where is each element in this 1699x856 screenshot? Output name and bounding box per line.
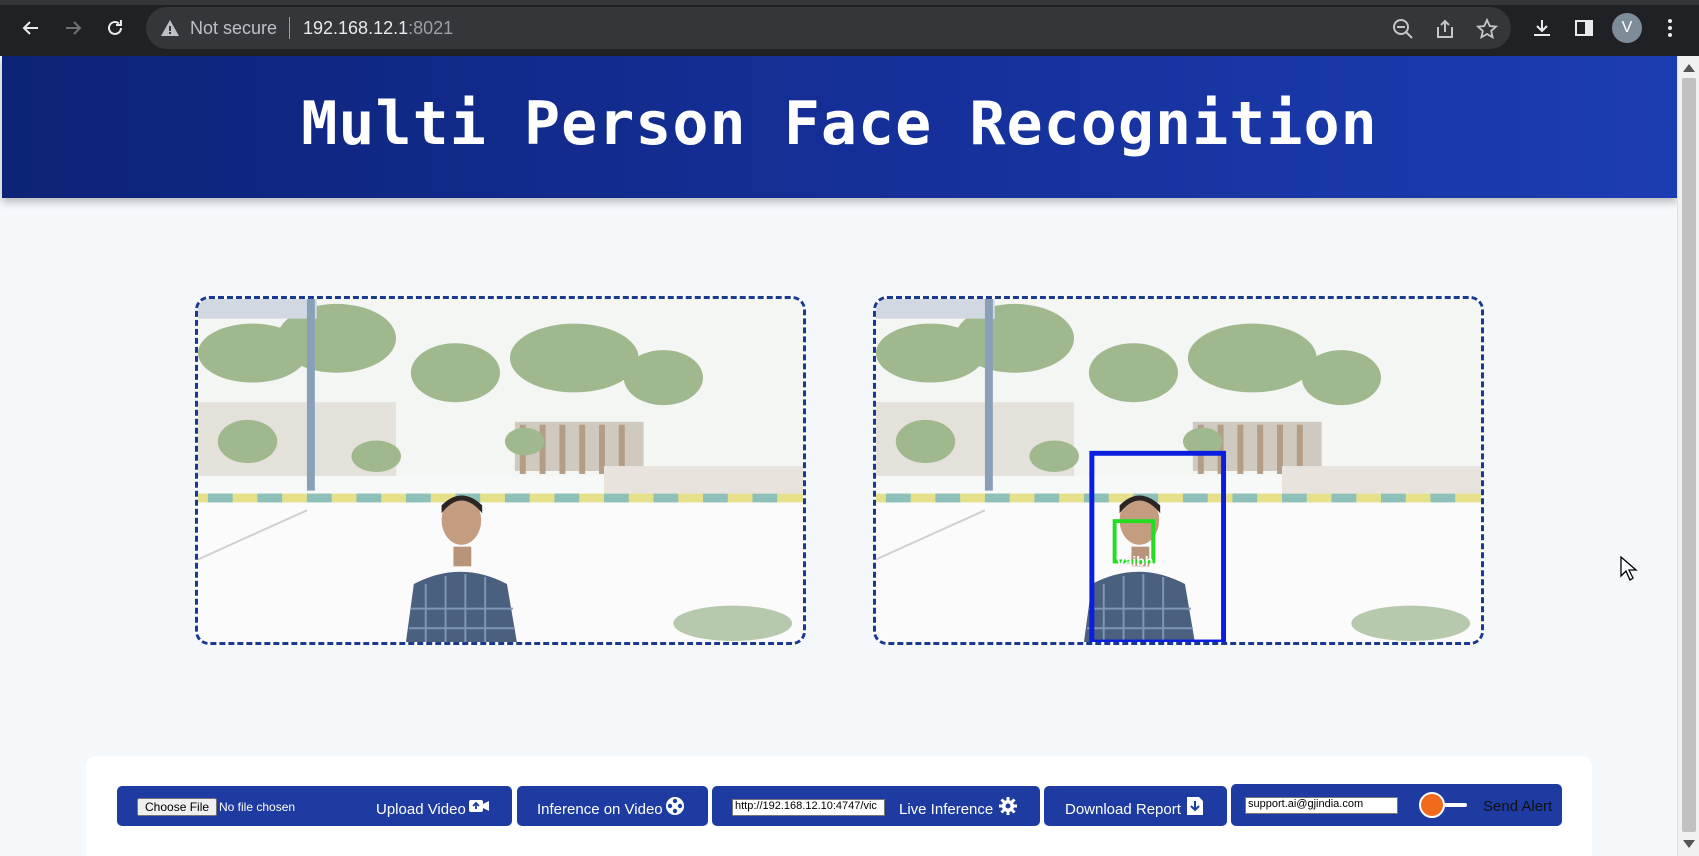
- video-camera-icon[interactable]: [468, 796, 490, 816]
- url-text[interactable]: 192.168.12.1:8021: [303, 18, 453, 39]
- stream-url-input[interactable]: http://192.168.12.10:4747/vic: [732, 799, 885, 816]
- avatar[interactable]: V: [1612, 13, 1642, 43]
- choose-file-button[interactable]: Choose File: [137, 798, 218, 816]
- no-file-label: No file chosen: [219, 800, 296, 814]
- input-video-pane: [195, 296, 806, 645]
- url-host: 192.168.12.1: [303, 18, 409, 38]
- live-inference-control: http://192.168.12.10:4747/vic Live Infer…: [712, 786, 1040, 826]
- alert-toggle-knob[interactable]: [1419, 792, 1445, 818]
- forward-icon[interactable]: [55, 10, 91, 46]
- page-header: Multi Person Face Recognition: [2, 56, 1677, 198]
- detection-label: Vaibh: [1116, 553, 1154, 569]
- warning-icon: [161, 20, 179, 36]
- share-icon[interactable]: [1431, 15, 1459, 43]
- page-viewport: Multi Person Face Recognition Vaibh: [0, 56, 1699, 856]
- inference-on-video-button[interactable]: Inference on Video: [517, 786, 708, 826]
- inference-video-label: Inference on Video: [537, 801, 663, 818]
- download-report-label: Download Report: [1065, 801, 1181, 818]
- upload-video-button[interactable]: Upload Video: [376, 801, 466, 818]
- side-panel-icon[interactable]: [1568, 12, 1600, 44]
- send-alert-control: support.ai@gjindia.com Send Alert: [1231, 784, 1562, 826]
- output-video-frame: [876, 299, 1481, 642]
- page-title: Multi Person Face Recognition: [301, 89, 1378, 159]
- upload-video-control: Choose File No file chosen Upload Video: [117, 786, 512, 826]
- menu-icon[interactable]: [1654, 12, 1686, 44]
- download-icon[interactable]: [1526, 12, 1558, 44]
- scroll-down-icon[interactable]: [1683, 840, 1695, 848]
- url-port: :8021: [408, 18, 454, 38]
- security-label[interactable]: Not secure: [190, 18, 277, 39]
- file-download-icon: [1187, 797, 1203, 815]
- send-alert-label[interactable]: Send Alert: [1483, 798, 1552, 815]
- output-video-pane: Vaibh: [873, 296, 1484, 645]
- tab-strip: [0, 0, 1699, 5]
- film-reel-icon: [666, 797, 684, 815]
- divider: [289, 17, 290, 39]
- mouse-cursor-icon: [1620, 556, 1638, 581]
- zoom-out-icon[interactable]: [1389, 15, 1417, 43]
- email-field[interactable]: support.ai@gjindia.com: [1245, 797, 1398, 814]
- gear-icon[interactable]: [997, 796, 1019, 816]
- scroll-up-icon[interactable]: [1683, 64, 1695, 72]
- reload-icon[interactable]: [97, 10, 133, 46]
- live-inference-button[interactable]: Live Inference: [899, 801, 993, 818]
- star-icon[interactable]: [1473, 15, 1501, 43]
- browser-toolbar: Not secure 192.168.12.1:8021 V: [0, 0, 1699, 56]
- address-bar[interactable]: Not secure 192.168.12.1:8021: [146, 7, 1511, 49]
- vertical-scrollbar[interactable]: [1677, 56, 1699, 856]
- back-icon[interactable]: [13, 10, 49, 46]
- download-report-button[interactable]: Download Report: [1044, 786, 1227, 826]
- scrollbar-thumb[interactable]: [1682, 78, 1696, 832]
- input-video-frame: [198, 299, 803, 642]
